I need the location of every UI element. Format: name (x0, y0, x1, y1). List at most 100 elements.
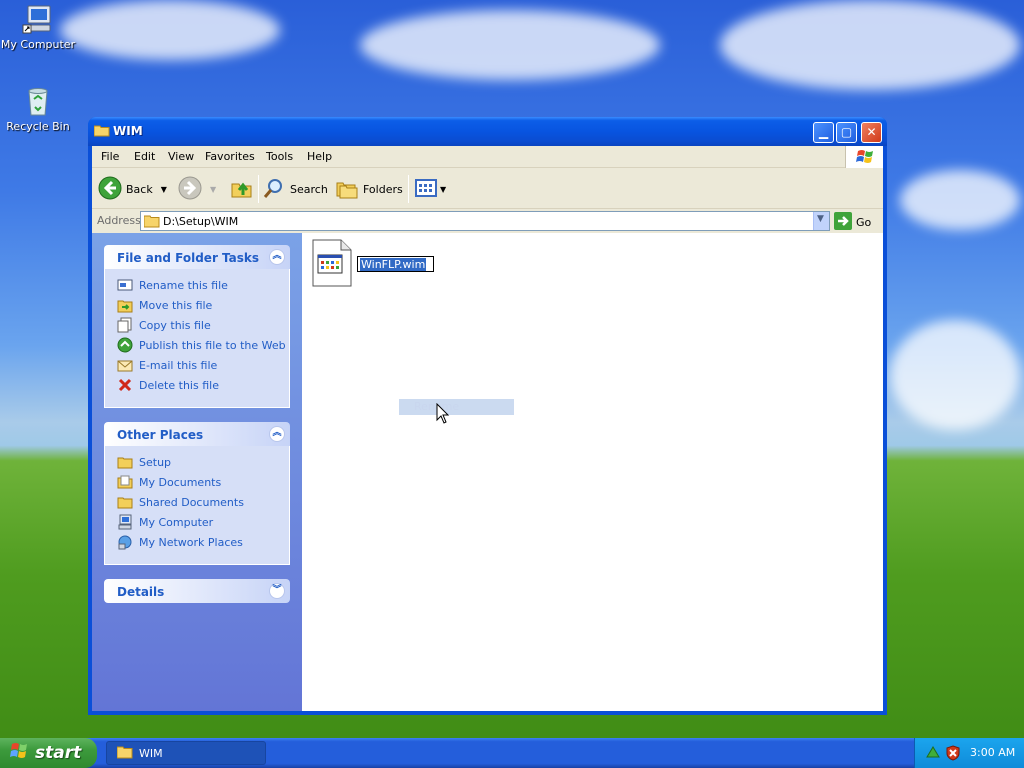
start-label: start (35, 743, 82, 763)
mouse-cursor-icon (436, 402, 450, 428)
folders-button[interactable]: Folders (335, 175, 403, 203)
taskbar-window-button[interactable]: WIM (106, 741, 266, 765)
search-button[interactable]: Search (262, 175, 328, 203)
windows-flag-icon (10, 742, 30, 765)
go-button[interactable]: Go (834, 212, 871, 233)
desktop-icon-label: My Computer (0, 38, 76, 51)
task-rename[interactable]: Rename this file (117, 277, 228, 293)
window-title: WIM (113, 124, 143, 138)
place-setup[interactable]: Setup (117, 454, 171, 470)
details-title: Details (117, 585, 165, 599)
window-body: File Edit View Favorites Tools Help Back… (92, 146, 883, 711)
back-label: Back (126, 182, 153, 196)
folder-icon (116, 745, 133, 762)
collapse-icon[interactable]: ︽ (269, 249, 285, 265)
computer-icon (22, 3, 54, 35)
toolbar: Back ▼ ▼ Search Folders ▼ (92, 169, 883, 209)
windows-logo-icon (845, 146, 883, 168)
place-shared-documents[interactable]: Shared Documents (117, 494, 244, 510)
place-label: Shared Documents (139, 495, 244, 509)
views-icon (414, 176, 438, 203)
clock: 3:00 AM (970, 746, 1016, 759)
file-list[interactable]: WinFLP.wim Rename (302, 233, 883, 711)
task-pane: File and Folder Tasks ︽ Rename this file… (92, 233, 302, 711)
task-label: Publish this file to the Web (139, 338, 286, 352)
chevron-down-icon[interactable]: ▼ (440, 185, 446, 194)
wim-file-icon[interactable] (312, 239, 352, 287)
folder-icon (117, 494, 133, 510)
title-bar[interactable]: WIM ▁ ▢ ✕ (88, 117, 887, 146)
globe-icon (117, 337, 133, 353)
rename-icon (117, 277, 133, 293)
file-tasks-header[interactable]: File and Folder Tasks ︽ (104, 245, 290, 269)
forward-button[interactable]: ▼ (178, 175, 216, 203)
network-icon (117, 534, 133, 550)
security-shield-icon[interactable] (945, 745, 961, 764)
close-button[interactable]: ✕ (861, 122, 882, 143)
place-my-computer[interactable]: My Computer (117, 514, 213, 530)
forward-arrow-icon (178, 176, 202, 203)
address-dropdown-button[interactable]: ▼ (813, 212, 829, 230)
maximize-icon: ▢ (840, 125, 853, 139)
taskbar: start WIM 3:00 AM (0, 738, 1024, 768)
search-label: Search (290, 182, 328, 196)
network-tray-icon[interactable] (925, 745, 941, 764)
details-header[interactable]: Details ︾ (104, 579, 290, 603)
expand-icon[interactable]: ︾ (269, 583, 285, 599)
menu-file[interactable]: File (101, 150, 119, 163)
menu-bar: File Edit View Favorites Tools Help (92, 146, 883, 168)
desktop-icon-my-computer[interactable]: My Computer (0, 3, 76, 51)
menu-edit[interactable]: Edit (134, 150, 155, 163)
chevron-down-icon[interactable]: ▼ (210, 185, 216, 194)
address-value: D:\Setup\WIM (163, 215, 239, 228)
folders-icon (335, 176, 359, 203)
cloud (60, 0, 280, 60)
minimize-icon: ▁ (818, 125, 829, 139)
task-label: Move this file (139, 298, 213, 312)
cloud (900, 170, 1020, 230)
go-label: Go (856, 216, 872, 229)
up-folder-button[interactable] (230, 175, 254, 203)
collapse-icon[interactable]: ︽ (269, 426, 285, 442)
menu-help[interactable]: Help (307, 150, 332, 163)
place-label: My Documents (139, 475, 222, 489)
views-button[interactable]: ▼ (414, 175, 446, 203)
toolbar-separator (258, 175, 259, 203)
menu-favorites[interactable]: Favorites (205, 150, 255, 163)
task-label: Rename this file (139, 278, 228, 292)
chevron-down-icon[interactable]: ▼ (161, 185, 167, 194)
cloud (890, 320, 1020, 430)
start-button[interactable]: start (0, 738, 97, 768)
task-publish[interactable]: Publish this file to the Web (117, 337, 286, 353)
menu-view[interactable]: View (168, 150, 194, 163)
documents-icon (117, 474, 133, 490)
task-email[interactable]: E-mail this file (117, 357, 217, 373)
filename-edit-field[interactable]: WinFLP.wim (357, 256, 434, 272)
other-places-header[interactable]: Other Places ︽ (104, 422, 290, 446)
task-move[interactable]: Move this file (117, 297, 212, 313)
chevron-down-icon: ▼ (817, 214, 824, 224)
filename-selected-text: WinFLP.wim (360, 258, 427, 271)
folder-icon (117, 454, 133, 470)
recycle-bin-icon (22, 85, 54, 117)
computer-icon (117, 514, 133, 530)
place-my-documents[interactable]: My Documents (117, 474, 221, 490)
address-field[interactable]: D:\Setup\WIM ▼ (140, 211, 830, 231)
task-delete[interactable]: Delete this file (117, 377, 219, 393)
task-label: Delete this file (139, 378, 219, 392)
drag-ghost-label: Rename (399, 399, 514, 415)
back-button[interactable]: Back ▼ (98, 175, 167, 203)
back-arrow-icon (98, 176, 122, 203)
minimize-button[interactable]: ▁ (813, 122, 834, 143)
cloud (360, 10, 660, 80)
menu-tools[interactable]: Tools (266, 150, 293, 163)
task-copy[interactable]: Copy this file (117, 317, 211, 333)
maximize-button[interactable]: ▢ (836, 122, 857, 143)
folder-icon (143, 214, 160, 231)
close-icon: ✕ (866, 125, 877, 139)
search-icon (262, 176, 286, 203)
desktop-icon-recycle-bin[interactable]: Recycle Bin (0, 85, 76, 133)
task-label: Copy this file (139, 318, 211, 332)
place-my-network-places[interactable]: My Network Places (117, 534, 243, 550)
go-arrow-icon (834, 212, 852, 233)
